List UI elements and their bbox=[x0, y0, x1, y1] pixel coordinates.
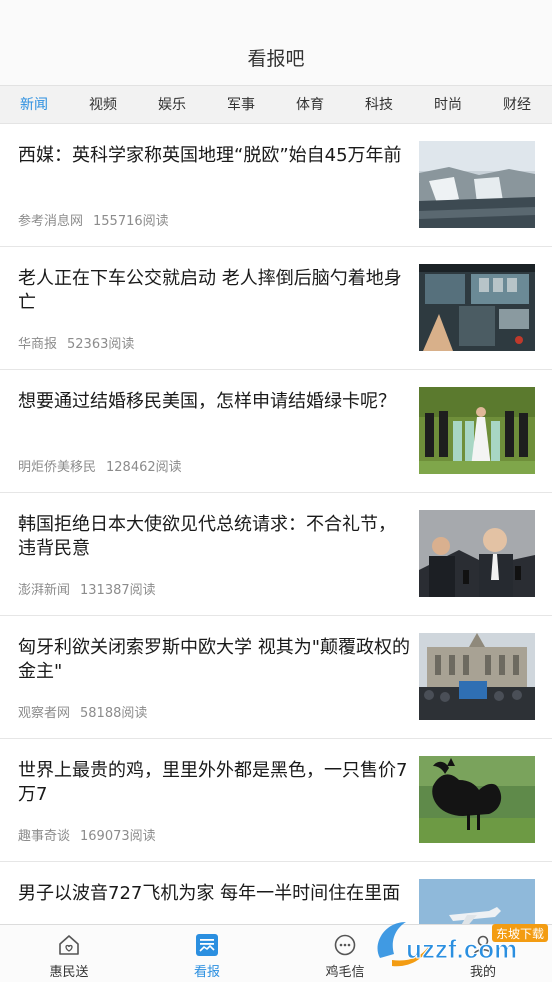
news-headline[interactable]: 世界上最贵的鸡，里里外外都是黑色，一只售价7万7 bbox=[18, 759, 410, 807]
newspaper-icon bbox=[196, 934, 218, 956]
news-item[interactable]: 世界上最贵的鸡，里里外外都是黑色，一只售价7万7 趣事奇谈 169073阅读 bbox=[0, 739, 552, 862]
news-headline[interactable]: 老人正在下车公交就启动 老人摔倒后脑勺着地身亡 bbox=[18, 267, 410, 315]
tab-military[interactable]: 军事 bbox=[211, 86, 271, 124]
news-read-count: 128462阅读 bbox=[106, 460, 182, 475]
tabbar-label: 惠民送 bbox=[49, 965, 89, 980]
app-header: 看报吧 bbox=[0, 0, 552, 86]
tab-video[interactable]: 视频 bbox=[73, 86, 133, 124]
news-thumbnail-cliffs[interactable] bbox=[419, 141, 535, 228]
tabbar-label: 看报 bbox=[193, 965, 220, 980]
news-thumbnail-ambassador[interactable] bbox=[419, 510, 535, 597]
news-read-count: 52363阅读 bbox=[67, 337, 135, 352]
news-thumbnail-parliament-protest[interactable] bbox=[419, 633, 535, 720]
news-thumbnail-black-chicken[interactable] bbox=[419, 756, 535, 843]
tabbar-item-kanbao[interactable]: 看报 bbox=[138, 925, 276, 982]
site-watermark: uzzf.com 东坡下载 bbox=[370, 914, 552, 974]
news-headline[interactable]: 匈牙利欲关闭索罗斯中欧大学 视其为"颠覆政权的金主" bbox=[18, 636, 410, 684]
svg-text:东坡下载: 东坡下载 bbox=[496, 927, 544, 941]
news-read-count: 58188阅读 bbox=[80, 706, 148, 721]
news-meta: 观察者网 58188阅读 bbox=[18, 702, 147, 721]
news-item[interactable]: 韩国拒绝日本大使欲见代总统请求：不合礼节，违背民意 澎湃新闻 131387阅读 bbox=[0, 493, 552, 616]
tab-tech[interactable]: 科技 bbox=[349, 86, 409, 124]
news-item[interactable]: 西媒：英科学家称英国地理“脱欧”始自45万年前 参考消息网 155716阅读 bbox=[0, 124, 552, 247]
news-item[interactable]: 想要通过结婚移民美国，怎样申请结婚绿卡呢？ 明炬侨美移民 128462阅读 bbox=[0, 370, 552, 493]
news-headline[interactable]: 男子以波音727飞机为家 每年一半时间住在里面 bbox=[18, 882, 410, 906]
news-read-count: 131387阅读 bbox=[80, 583, 156, 598]
news-headline[interactable]: 想要通过结婚移民美国，怎样申请结婚绿卡呢？ bbox=[18, 390, 410, 414]
tabbar-item-huiminsong[interactable]: 惠民送 bbox=[0, 925, 138, 982]
news-source: 参考消息网 bbox=[18, 214, 84, 229]
news-meta: 参考消息网 155716阅读 bbox=[18, 210, 169, 229]
chat-icon bbox=[334, 934, 356, 956]
news-meta: 澎湃新闻 131387阅读 bbox=[18, 579, 156, 598]
news-source: 观察者网 bbox=[18, 706, 71, 721]
page-title: 看报吧 bbox=[247, 48, 305, 70]
uzzf-logo-icon: uzzf.com 东坡下载 bbox=[377, 922, 548, 967]
news-meta: 趣事奇谈 169073阅读 bbox=[18, 825, 156, 844]
news-headline[interactable]: 韩国拒绝日本大使欲见代总统请求：不合礼节，违背民意 bbox=[18, 513, 410, 561]
category-tabs: 新闻 视频 娱乐 军事 体育 科技 时尚 财经 bbox=[0, 86, 552, 124]
news-source: 明炬侨美移民 bbox=[18, 460, 97, 475]
tab-sports[interactable]: 体育 bbox=[280, 86, 340, 124]
news-source: 澎湃新闻 bbox=[18, 583, 71, 598]
news-meta: 明炬侨美移民 128462阅读 bbox=[18, 456, 182, 475]
news-source: 趣事奇谈 bbox=[18, 829, 71, 844]
news-feed[interactable]: 西媒：英科学家称英国地理“脱欧”始自45万年前 参考消息网 155716阅读 老人… bbox=[0, 124, 552, 924]
news-meta: 华商报 52363阅读 bbox=[18, 333, 134, 352]
tab-finance[interactable]: 财经 bbox=[487, 86, 547, 124]
news-read-count: 155716阅读 bbox=[93, 214, 169, 229]
tab-entertainment[interactable]: 娱乐 bbox=[142, 86, 202, 124]
tab-fashion[interactable]: 时尚 bbox=[418, 86, 478, 124]
news-item[interactable]: 匈牙利欲关闭索罗斯中欧大学 视其为"颠覆政权的金主" 观察者网 58188阅读 bbox=[0, 616, 552, 739]
news-source: 华商报 bbox=[18, 337, 58, 352]
tab-news[interactable]: 新闻 bbox=[4, 86, 64, 124]
news-item[interactable]: 老人正在下车公交就启动 老人摔倒后脑勺着地身亡 华商报 52363阅读 bbox=[0, 247, 552, 370]
news-thumbnail-bus-cctv[interactable] bbox=[419, 264, 535, 351]
news-read-count: 169073阅读 bbox=[80, 829, 156, 844]
news-headline[interactable]: 西媒：英科学家称英国地理“脱欧”始自45万年前 bbox=[18, 144, 410, 168]
news-thumbnail-wedding[interactable] bbox=[419, 387, 535, 474]
home-icon bbox=[59, 935, 79, 955]
